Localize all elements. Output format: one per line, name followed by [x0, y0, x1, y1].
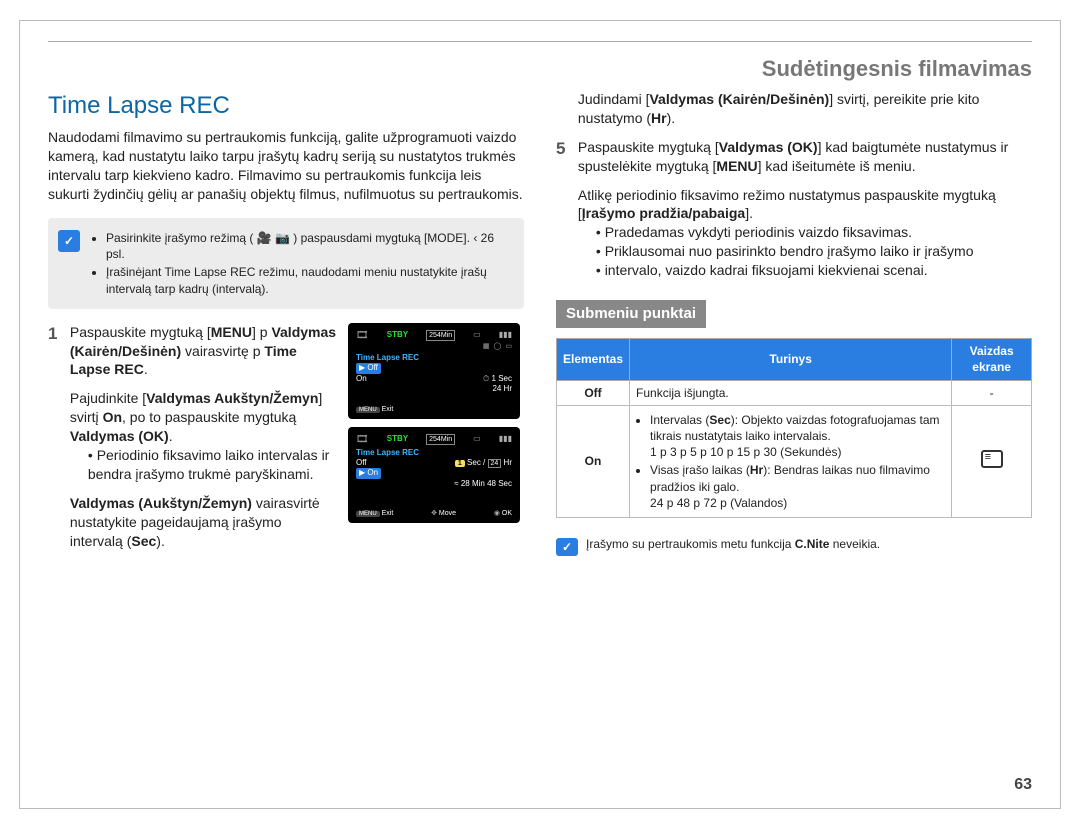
menu-title: Time Lapse REC	[356, 448, 512, 458]
page-title: Time Lapse REC	[48, 90, 524, 122]
intro-paragraph: Naudodami filmavimo su pertraukomis funk…	[48, 128, 524, 204]
note-list: Pasirinkite įrašymo režimą ( 🎥 📷 ) paspa…	[90, 228, 514, 299]
menu-chip: MENU	[356, 407, 380, 413]
th-content: Turinys	[630, 339, 952, 380]
right-column: Judindami [Valdymas (Kairėn/Dešinėn)] sv…	[556, 90, 1032, 561]
menu-title: Time Lapse REC	[356, 353, 512, 363]
two-column-layout: Time Lapse REC Naudodami filmavimo su pe…	[48, 90, 1032, 561]
check-icon: ✓	[556, 538, 578, 556]
stby-label: STBY	[387, 434, 408, 444]
step-3: Valdymas (Aukštyn/Žemyn) vairasvirtė nus…	[48, 494, 340, 551]
on-description-list: Intervalas (Sec): Objekto vaizdas fotogr…	[650, 412, 945, 511]
move-icon: ✥	[431, 510, 437, 517]
time-remaining: 254Min	[426, 330, 455, 341]
option-off: ▶ Off	[356, 363, 381, 373]
list-item: Visas įrašo laikas (Hr): Bendras laikas …	[650, 462, 945, 511]
option-on: On	[356, 374, 367, 395]
footnote: ✓ Įrašymo su pertraukomis metu funkcija …	[556, 536, 1032, 556]
table-row: On Intervalas (Sec): Objekto vaizdas fot…	[557, 405, 1032, 517]
camera-screen-1: 🎞 STBY 254Min ▭ ▮▮▮ ▦ ◯ ▭ Ti	[348, 323, 520, 419]
manual-page: Sudėtingesnis filmavimas Time Lapse REC …	[19, 20, 1061, 809]
sub-bullet: Priklausomai nuo pasirinkto bendro įrašy…	[596, 242, 1030, 261]
note-box: ✓ Pasirinkite įrašymo režimą ( 🎥 📷 ) pas…	[48, 218, 524, 309]
option-off: Off	[356, 458, 367, 468]
note-item: Pasirinkite įrašymo režimą ( 🎥 📷 ) paspa…	[106, 230, 514, 262]
chapter-heading: Sudėtingesnis filmavimas	[48, 56, 1032, 82]
footnote-text: Įrašymo su pertraukomis metu funkcija C.…	[586, 536, 880, 556]
check-icon: ✓	[58, 230, 80, 252]
stby-label: STBY	[387, 330, 408, 340]
table-row: Off Funkcija išjungta. -	[557, 380, 1032, 405]
step-number: 5	[556, 138, 574, 161]
step-1: 1 Paspauskite mygtuką [MENU] p Valdymas …	[48, 323, 340, 380]
mini-icon: ▭	[505, 342, 512, 351]
step-body: Atlikę periodinio fiksavimo režimo nusta…	[578, 186, 1030, 280]
battery-icon: ▮▮▮	[499, 434, 512, 444]
film-icon: 🎞	[356, 329, 369, 342]
camera-screen-2: 🎞 STBY 254Min ▭ ▮▮▮ Time Lapse REC Off 1	[348, 427, 520, 523]
list-item: Intervalas (Sec): Objekto vaizdas fotogr…	[650, 412, 945, 461]
mini-icon: ▦	[483, 342, 490, 351]
step-5: 5 Paspauskite mygtuką [Valdymas (OK)] ka…	[556, 138, 1032, 176]
card-icon: ▭	[473, 434, 481, 444]
battery-icon: ▮▮▮	[499, 330, 512, 340]
card-icon: ▭	[473, 330, 481, 340]
step-number: 1	[48, 323, 66, 346]
timelapse-display-icon	[981, 450, 1003, 468]
sub-bullet: Pradedamas vykdyti periodinis vaizdo fik…	[596, 223, 1030, 242]
sec-box: 1	[455, 460, 465, 467]
step-body: Valdymas (Aukštyn/Žemyn) vairasvirtė nus…	[70, 494, 338, 551]
page-number: 63	[1014, 776, 1032, 794]
menu-chip: MENU	[356, 511, 380, 517]
left-steps-text: 1 Paspauskite mygtuką [MENU] p Valdymas …	[48, 323, 340, 561]
step-4: Judindami [Valdymas (Kairėn/Dešinėn)] sv…	[556, 90, 1032, 128]
ok-icon: ◉	[494, 510, 500, 517]
left-steps-area: 1 Paspauskite mygtuką [MENU] p Valdymas …	[48, 323, 524, 561]
camera-screens: 🎞 STBY 254Min ▭ ▮▮▮ ▦ ◯ ▭ Ti	[348, 323, 524, 561]
mini-icon: ◯	[494, 342, 502, 351]
note-item: Įrašinėjant Time Lapse REC režimu, naudo…	[106, 264, 514, 296]
sub-bullet: intervalo, vaizdo kadrai fiksuojami kiek…	[596, 261, 1030, 280]
step-2: Pajudinkite [Valdymas Aukštyn/Žemyn] svi…	[48, 389, 340, 483]
option-on: ▶ On	[356, 468, 381, 478]
left-column: Time Lapse REC Naudodami filmavimo su pe…	[48, 90, 524, 561]
content-frame: Sudėtingesnis filmavimas Time Lapse REC …	[48, 41, 1032, 561]
th-element: Elementas	[557, 339, 630, 380]
step-body: Judindami [Valdymas (Kairėn/Dešinėn)] sv…	[578, 90, 1030, 128]
film-icon: 🎞	[356, 433, 369, 446]
clock-icon: ⏱	[483, 374, 489, 383]
step-body: Paspauskite mygtuką [Valdymas (OK)] kad …	[578, 138, 1030, 176]
time-remaining: 254Min	[426, 434, 455, 445]
approx-time: ≈ 28 Min 48 Sec	[454, 479, 512, 489]
submenu-table: Elementas Turinys Vaizdas ekrane Off Fun…	[556, 338, 1032, 518]
submenu-heading: Submeniu punktai	[556, 300, 706, 328]
sub-bullet: Periodinio fiksavimo laiko intervalas ir…	[88, 446, 338, 484]
th-display: Vaizdas ekrane	[952, 339, 1032, 380]
step-body: Paspauskite mygtuką [MENU] p Valdymas (K…	[70, 323, 338, 380]
step-6: Atlikę periodinio fiksavimo režimo nusta…	[556, 186, 1032, 280]
step-body: Pajudinkite [Valdymas Aukštyn/Žemyn] svi…	[70, 389, 338, 483]
hr-box: 24	[488, 459, 502, 468]
